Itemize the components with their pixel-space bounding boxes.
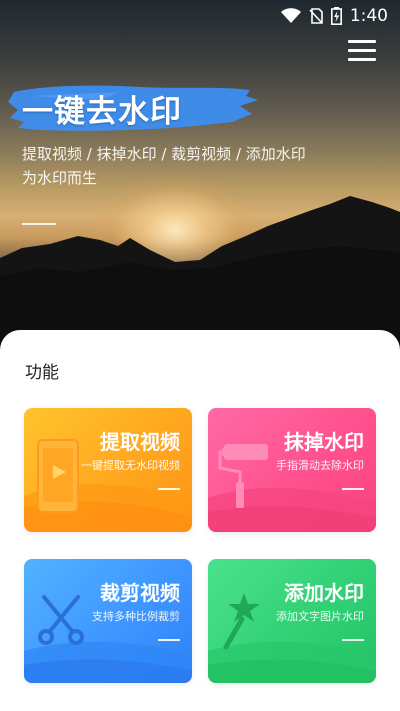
status-time: 1:40 — [349, 6, 388, 26]
menu-icon-bar — [348, 58, 376, 61]
no-sim-icon — [309, 8, 323, 24]
card-dash — [342, 639, 364, 641]
card-title: 添加水印 — [284, 581, 364, 605]
crop-video-card[interactable]: 裁剪视频 支持多种比例裁剪 — [24, 559, 192, 683]
card-description: 添加文字图片水印 — [276, 610, 364, 623]
status-bar: 1:40 — [0, 0, 400, 32]
hero-title: 一键去水印 — [22, 94, 182, 130]
card-dash — [158, 488, 180, 490]
hero-subtitle-line1: 提取视频 / 抹掉水印 / 裁剪视频 / 添加水印 — [22, 145, 306, 163]
section-title: 功能 — [25, 363, 59, 383]
menu-button[interactable] — [348, 40, 376, 62]
remove-watermark-card[interactable]: 抹掉水印 手指滑动去除水印 — [208, 408, 376, 532]
card-description: 支持多种比例裁剪 — [92, 610, 180, 623]
hero-divider — [22, 223, 56, 225]
battery-charging-icon — [330, 7, 342, 25]
menu-icon — [348, 40, 376, 43]
menu-icon-bar — [348, 49, 376, 52]
phone-play-icon — [37, 439, 79, 513]
add-watermark-card[interactable]: 添加水印 添加文字图片水印 — [208, 559, 376, 683]
card-title: 裁剪视频 — [100, 581, 180, 605]
wifi-icon — [280, 8, 301, 23]
card-dash — [342, 488, 364, 490]
card-description: 手指滑动去除水印 — [276, 459, 364, 472]
card-title: 提取视频 — [100, 430, 180, 454]
scissors-icon — [38, 595, 84, 645]
card-dash — [158, 639, 180, 641]
card-description: 一键提取无水印视频 — [81, 459, 180, 472]
extract-video-card[interactable]: 提取视频 一键提取无水印视频 — [24, 408, 192, 532]
hero-subtitle-line2: 为水印而生 — [22, 169, 98, 187]
paint-roller-icon — [218, 444, 268, 508]
magic-wand-icon — [223, 593, 260, 650]
card-title: 抹掉水印 — [284, 430, 364, 454]
hero-banner: 1:40 一键去水印 提取视频 / 抹掉水印 / 裁剪视频 / 添加水印 为水印… — [0, 0, 400, 360]
hero-subtitle: 提取视频 / 抹掉水印 / 裁剪视频 / 添加水印 为水印而生 — [22, 142, 378, 190]
feature-panel: 功能 提取视频 一键提取无水印视频 抹掉水印 手指滑动去除水印 裁剪视频 支持多… — [0, 330, 400, 711]
